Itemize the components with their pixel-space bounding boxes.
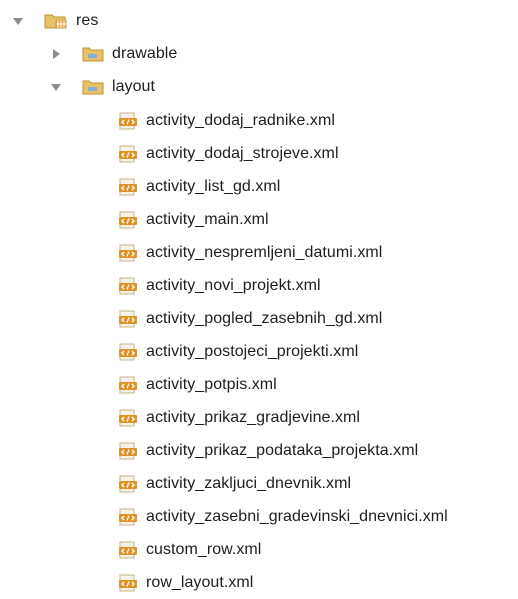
xml-file-icon — [118, 343, 138, 361]
tree-node-res[interactable]: res — [12, 6, 98, 36]
tree-file-row[interactable]: activity_potpis.xml — [118, 370, 277, 400]
collapse-arrow-icon[interactable] — [50, 48, 62, 60]
xml-file-icon — [118, 244, 138, 262]
tree-file-label: activity_zakljuci_dnevnik.xml — [146, 475, 352, 492]
tree-node-drawable[interactable]: drawable — [50, 39, 177, 69]
tree-file-label: activity_nespremljeni_datumi.xml — [146, 244, 383, 261]
tree-file-row[interactable]: row_layout.xml — [118, 568, 253, 598]
tree-file-label: activity_dodaj_strojeve.xml — [146, 145, 339, 162]
expand-arrow-icon[interactable] — [50, 81, 62, 93]
tree-file-label: activity_postojeci_projekti.xml — [146, 343, 359, 360]
resource-folder-icon — [44, 12, 68, 30]
tree-file-label: activity_zasebni_gradevinski_dnevnici.xm… — [146, 508, 448, 525]
project-tree: res drawable layout activity_dodaj_radni… — [0, 0, 518, 599]
tree-file-label: custom_row.xml — [146, 541, 262, 558]
tree-node-label: res — [76, 12, 99, 29]
expand-arrow-icon[interactable] — [12, 15, 24, 27]
tree-node-label: drawable — [112, 45, 178, 62]
xml-file-icon — [118, 442, 138, 460]
xml-file-icon — [118, 211, 138, 229]
xml-file-icon — [118, 277, 138, 295]
xml-file-icon — [118, 310, 138, 328]
xml-file-icon — [118, 376, 138, 394]
tree-file-row[interactable]: activity_dodaj_strojeve.xml — [118, 139, 339, 169]
tree-file-row[interactable]: activity_nespremljeni_datumi.xml — [118, 238, 382, 268]
xml-file-icon — [118, 475, 138, 493]
xml-file-icon — [118, 145, 138, 163]
tree-file-row[interactable]: activity_zakljuci_dnevnik.xml — [118, 469, 351, 499]
tree-file-label: activity_dodaj_radnike.xml — [146, 112, 335, 129]
xml-file-icon — [118, 574, 138, 592]
tree-file-label: row_layout.xml — [146, 574, 254, 591]
tree-node-label: layout — [112, 78, 155, 95]
tree-file-label: activity_prikaz_gradjevine.xml — [146, 409, 361, 426]
tree-file-label: activity_pogled_zasebnih_gd.xml — [146, 310, 383, 327]
tree-node-layout[interactable]: layout — [50, 72, 155, 102]
tree-file-row[interactable]: activity_dodaj_radnike.xml — [118, 106, 335, 136]
tree-file-row[interactable]: activity_pogled_zasebnih_gd.xml — [118, 304, 382, 334]
folder-icon — [82, 78, 104, 96]
folder-icon — [82, 45, 104, 63]
tree-file-label: activity_novi_projekt.xml — [146, 277, 321, 294]
tree-file-row[interactable]: custom_row.xml — [118, 535, 261, 565]
tree-file-row[interactable]: activity_postojeci_projekti.xml — [118, 337, 358, 367]
xml-file-icon — [118, 178, 138, 196]
tree-file-label: activity_list_gd.xml — [146, 178, 281, 195]
tree-file-row[interactable]: activity_prikaz_podataka_projekta.xml — [118, 436, 418, 466]
tree-file-label: activity_main.xml — [146, 211, 269, 228]
tree-file-label: activity_potpis.xml — [146, 376, 277, 393]
xml-file-icon — [118, 541, 138, 559]
tree-file-row[interactable]: activity_novi_projekt.xml — [118, 271, 321, 301]
tree-file-row[interactable]: activity_prikaz_gradjevine.xml — [118, 403, 360, 433]
tree-file-row[interactable]: activity_zasebni_gradevinski_dnevnici.xm… — [118, 502, 448, 532]
tree-file-label: activity_prikaz_podataka_projekta.xml — [146, 442, 419, 459]
xml-file-icon — [118, 112, 138, 130]
tree-file-row[interactable]: activity_list_gd.xml — [118, 172, 280, 202]
xml-file-icon — [118, 508, 138, 526]
xml-file-icon — [118, 409, 138, 427]
tree-file-row[interactable]: activity_main.xml — [118, 205, 269, 235]
